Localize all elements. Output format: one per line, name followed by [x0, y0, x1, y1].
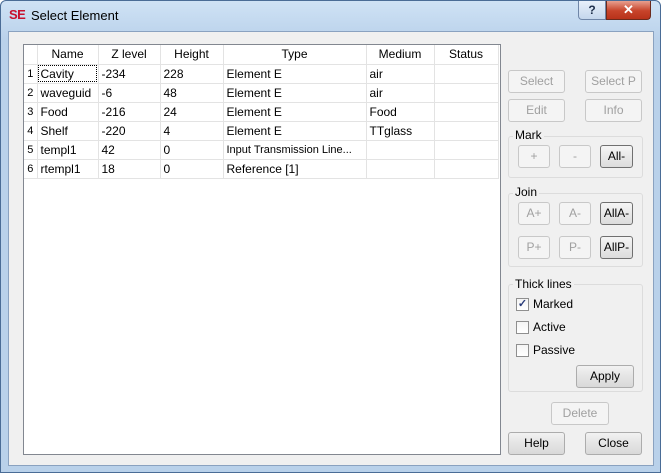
cell-height[interactable]: 48: [160, 83, 224, 103]
column-header-height[interactable]: Height: [160, 45, 224, 65]
cell-status[interactable]: [434, 64, 499, 84]
mark-group-label: Mark: [513, 128, 544, 142]
passive-checkbox-label: Passive: [533, 343, 576, 357]
cell-medium[interactable]: air: [366, 83, 435, 103]
cell-status[interactable]: [434, 83, 499, 103]
help-icon[interactable]: ?: [578, 1, 606, 20]
join-a-minus-button[interactable]: A-: [559, 202, 591, 225]
table-row[interactable]: 2 waveguid -6 48 Element E air: [24, 83, 499, 103]
join-p-plus-button[interactable]: P+: [518, 236, 550, 259]
cell-height[interactable]: 0: [160, 140, 224, 160]
cell-status[interactable]: [434, 159, 499, 179]
dialog-window: SE Select Element ? ✕ Name Z level Heigh…: [0, 0, 661, 473]
select-button[interactable]: Select: [508, 70, 565, 93]
mark-minus-button[interactable]: -: [559, 145, 591, 168]
cell-type[interactable]: Element E: [223, 64, 367, 84]
cell-medium[interactable]: air: [366, 64, 435, 84]
cell-z-level[interactable]: -216: [98, 102, 161, 122]
thick-lines-group-label: Thick lines: [513, 277, 574, 291]
delete-button[interactable]: Delete: [551, 402, 609, 425]
cell-medium[interactable]: Food: [366, 102, 435, 122]
table-header-row: Name Z level Height Type Medium Status: [24, 45, 499, 65]
cell-z-level[interactable]: -234: [98, 64, 161, 84]
row-number: 2: [24, 83, 38, 103]
help-button[interactable]: Help: [508, 432, 565, 455]
active-checkbox[interactable]: [516, 321, 529, 334]
cell-z-level[interactable]: 42: [98, 140, 161, 160]
join-all-p-minus-button[interactable]: AllP-: [600, 236, 633, 259]
cell-height[interactable]: 0: [160, 159, 224, 179]
column-header-status[interactable]: Status: [434, 45, 499, 65]
edit-button[interactable]: Edit: [508, 99, 565, 122]
row-number: 1: [24, 64, 38, 84]
marked-checkbox[interactable]: ✓: [516, 298, 529, 311]
info-button[interactable]: Info: [585, 99, 642, 122]
join-p-minus-button[interactable]: P-: [559, 236, 591, 259]
cell-type[interactable]: Element E: [223, 121, 367, 141]
cell-type[interactable]: Element E: [223, 102, 367, 122]
cell-name[interactable]: Cavity: [37, 64, 99, 84]
active-checkbox-label: Active: [533, 320, 566, 334]
join-group-label: Join: [513, 185, 540, 199]
cell-medium[interactable]: TTglass: [366, 121, 435, 141]
table-row[interactable]: 3 Food -216 24 Element E Food: [24, 102, 499, 122]
cell-name[interactable]: templ1: [37, 140, 99, 160]
app-icon: SE: [9, 7, 26, 22]
cell-status[interactable]: [434, 121, 499, 141]
cell-status[interactable]: [434, 102, 499, 122]
cell-status[interactable]: [434, 140, 499, 160]
row-number: 6: [24, 159, 38, 179]
column-header-name[interactable]: Name: [37, 45, 99, 65]
cell-z-level[interactable]: -220: [98, 121, 161, 141]
select-p-button[interactable]: Select P: [585, 70, 642, 93]
mark-all-minus-button[interactable]: All-: [600, 145, 633, 168]
cell-height[interactable]: 4: [160, 121, 224, 141]
cell-z-level[interactable]: 18: [98, 159, 161, 179]
cell-medium[interactable]: [366, 159, 435, 179]
table-row[interactable]: 6 rtempl1 18 0 Reference [1]: [24, 159, 499, 179]
apply-button[interactable]: Apply: [576, 365, 634, 388]
window-title: Select Element: [31, 8, 119, 23]
element-table[interactable]: Name Z level Height Type Medium Status 1…: [23, 44, 501, 455]
column-header-z-level[interactable]: Z level: [98, 45, 161, 65]
row-number: 5: [24, 140, 38, 160]
cell-name[interactable]: rtempl1: [37, 159, 99, 179]
title-bar[interactable]: SE Select Element ? ✕: [1, 1, 660, 31]
passive-checkbox[interactable]: [516, 344, 529, 357]
column-header-medium[interactable]: Medium: [366, 45, 435, 65]
cell-name[interactable]: waveguid: [37, 83, 99, 103]
cell-medium[interactable]: [366, 140, 435, 160]
join-a-plus-button[interactable]: A+: [518, 202, 550, 225]
cell-name[interactable]: Food: [37, 102, 99, 122]
cell-z-level[interactable]: -6: [98, 83, 161, 103]
column-header-type[interactable]: Type: [223, 45, 367, 65]
cell-type[interactable]: Input Transmission Line...: [223, 140, 367, 160]
dialog-body: Name Z level Height Type Medium Status 1…: [8, 31, 654, 466]
table-row[interactable]: 4 Shelf -220 4 Element E TTglass: [24, 121, 499, 141]
marked-checkbox-label: Marked: [533, 297, 574, 311]
cell-type[interactable]: Reference [1]: [223, 159, 367, 179]
row-number: 4: [24, 121, 38, 141]
cell-name[interactable]: Shelf: [37, 121, 99, 141]
join-all-a-minus-button[interactable]: AllA-: [600, 202, 633, 225]
row-number-header: [24, 45, 38, 65]
table-row[interactable]: 5 templ1 42 0 Input Transmission Line...: [24, 140, 499, 160]
cell-height[interactable]: 228: [160, 64, 224, 84]
row-number: 3: [24, 102, 38, 122]
close-icon[interactable]: ✕: [606, 1, 651, 20]
cell-height[interactable]: 24: [160, 102, 224, 122]
mark-plus-button[interactable]: +: [518, 145, 550, 168]
close-button[interactable]: Close: [585, 432, 642, 455]
table-row[interactable]: 1 Cavity -234 228 Element E air: [24, 64, 499, 84]
cell-type[interactable]: Element E: [223, 83, 367, 103]
